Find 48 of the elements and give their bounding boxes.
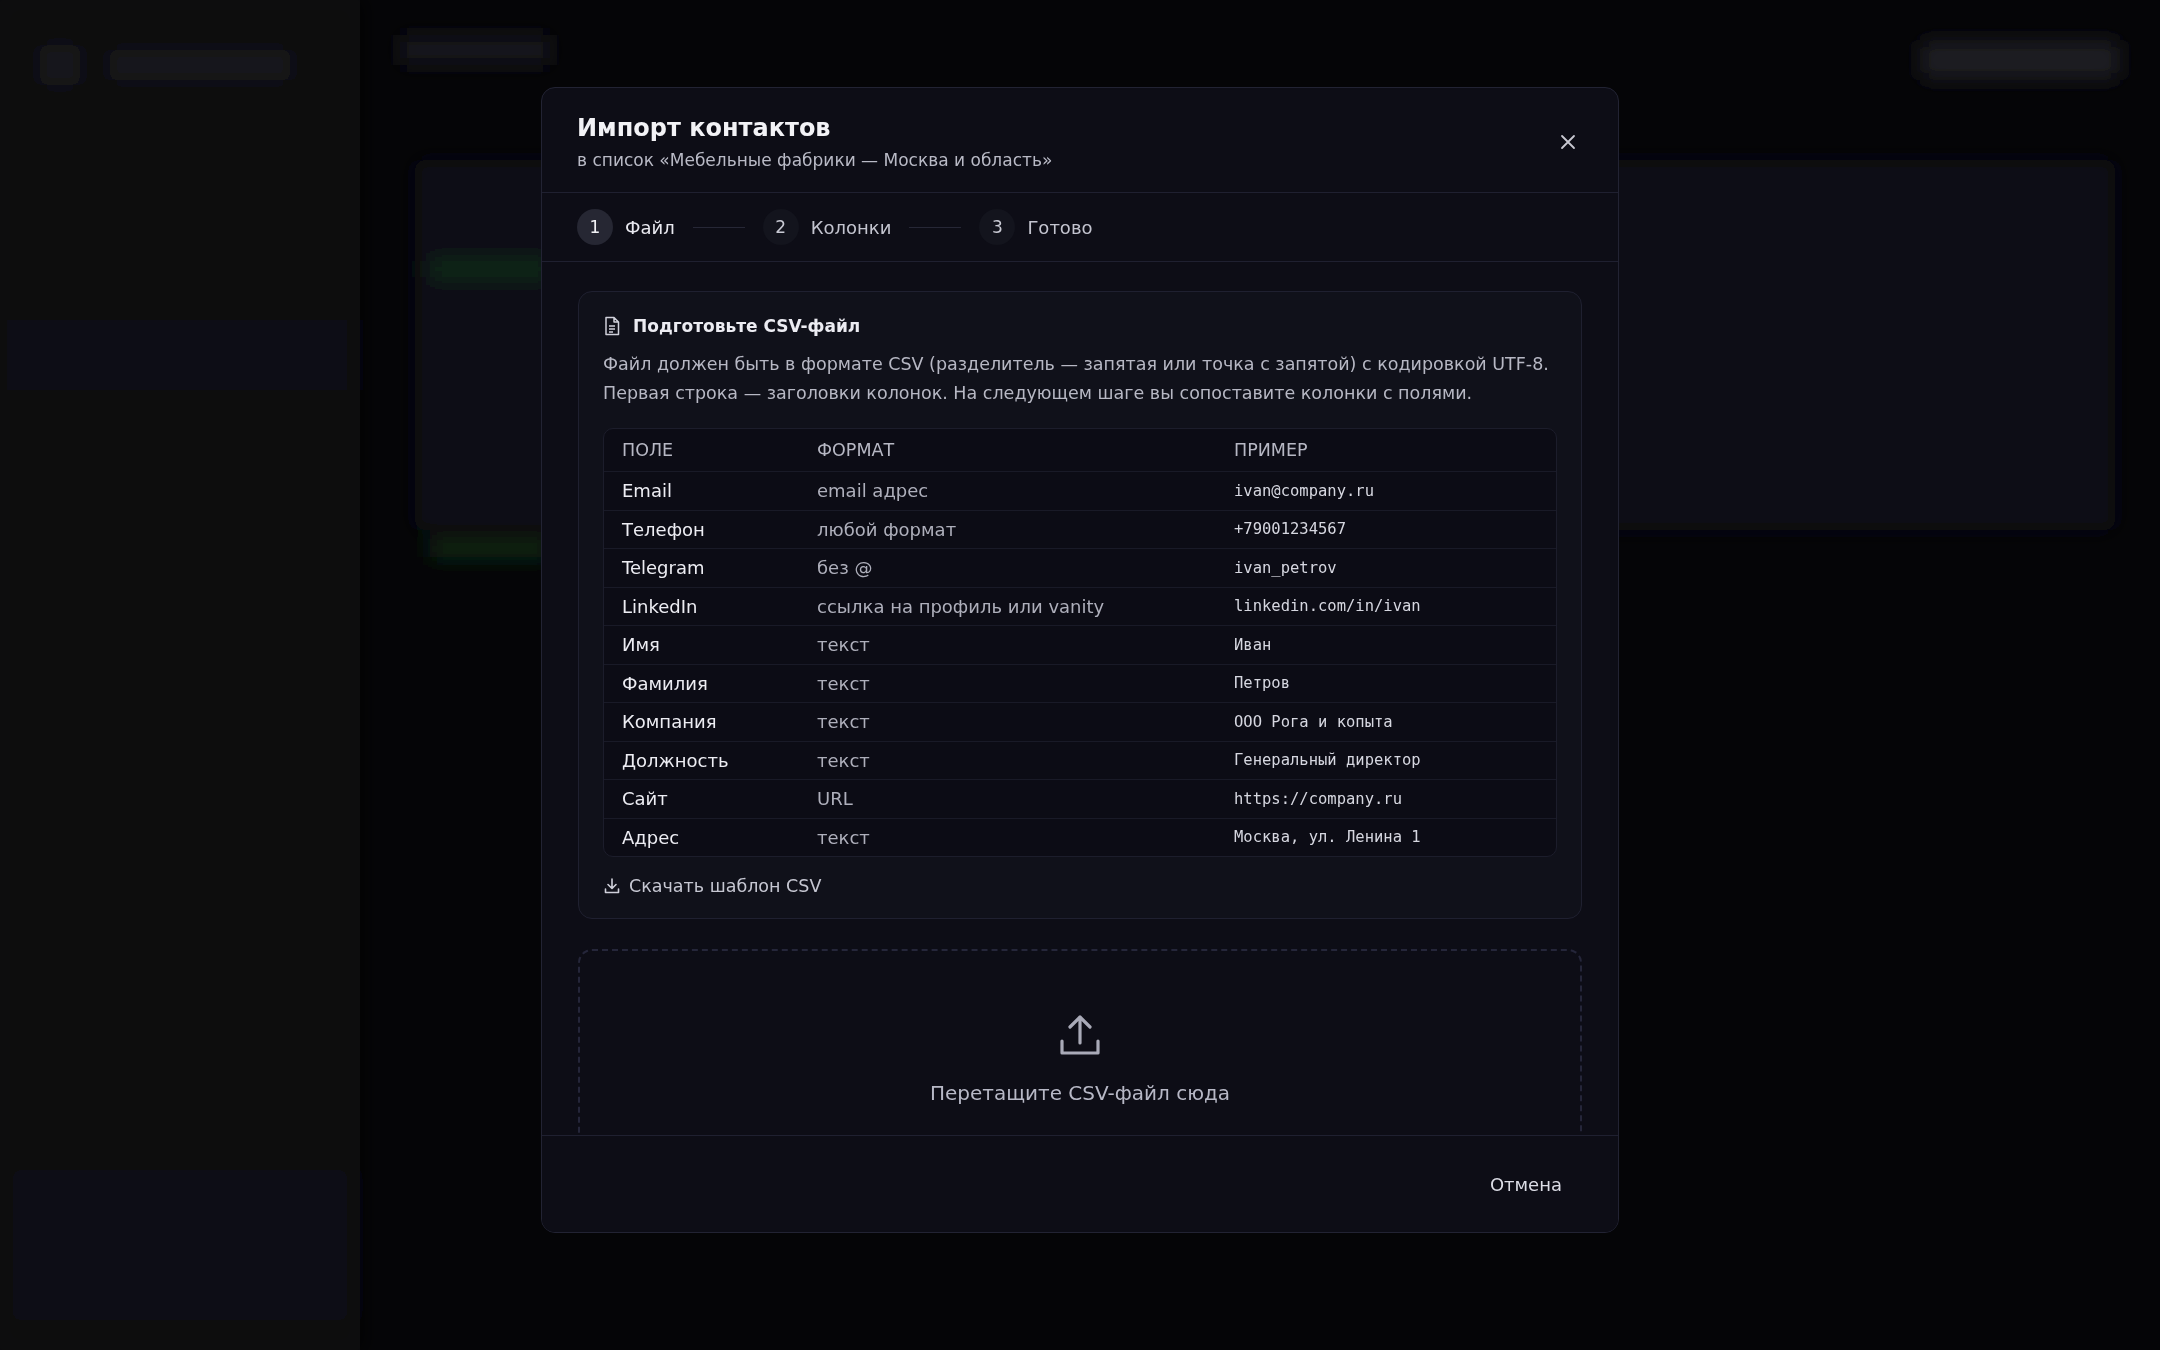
step-number: 1 [577, 209, 613, 245]
document-icon [603, 316, 621, 336]
table-cell-text: Телефон [621, 518, 706, 540]
download-template-link[interactable]: Скачать шаблон CSV [603, 876, 822, 896]
table-cell-text: LinkedIn [621, 595, 699, 617]
table-cell-text: +79001234567 [1233, 520, 1347, 539]
table-cell-text: Имя [621, 634, 661, 656]
table-cell-text: текст [816, 634, 871, 656]
cancel-button[interactable]: Отмена [1477, 1163, 1574, 1205]
table-cell-text: https://company.ru [1233, 789, 1403, 808]
table-cell-text: текст [816, 826, 871, 848]
dialog-title: Импорт контактов [577, 114, 832, 142]
table-cell-text: Email [621, 480, 673, 502]
table-cell-text: текст [816, 672, 871, 694]
step-label: Файл [625, 216, 675, 238]
column-header: ФОРМАТ [816, 440, 896, 460]
table-cell-text: Компания [621, 711, 718, 733]
table-cell-text: ivan_petrov [1233, 558, 1338, 577]
card-description: Файл должен быть в формате CSV (разделитель — запятая или точка с запятой) с кодировкой UTF-8. Первая строка — заголовки колонок. На следующем шаге вы сопоставите колонки с полями. [603, 353, 1550, 405]
dialog-subtitle: в список «Мебельные фабрики — Москва и область» [577, 150, 1053, 170]
table-cell-text: любой формат [816, 518, 958, 540]
table-cell-text: email адрес [816, 480, 930, 502]
table-cell-text: Петров [1233, 674, 1291, 693]
download-icon [603, 877, 621, 895]
table-cell-text: ссылка на профиль или vanity [816, 595, 1106, 617]
table-cell-text: без @ [816, 557, 874, 579]
table-cell-text: Фамилия [621, 672, 709, 694]
card-title: Подготовьте CSV-файл [633, 316, 861, 336]
step-label: Готово [1027, 216, 1093, 238]
table-cell-text: Сайт [621, 788, 669, 810]
table-cell-text: ООО Рога и копыта [1233, 712, 1394, 731]
table-cell-text: ivan@company.ru [1233, 481, 1375, 500]
table-cell-text: Иван [1233, 635, 1273, 654]
column-header: ПОЛЕ [621, 440, 675, 460]
step-number: 3 [979, 209, 1016, 245]
table-cell-text: Москва, ул. Ленина 1 [1233, 828, 1422, 847]
column-header: ПРИМЕР [1233, 440, 1309, 460]
table-cell-text: Должность [621, 749, 730, 771]
table-cell-text: Генеральный директор [1233, 751, 1422, 770]
dropzone-text: Перетащите CSV-файл сюда [929, 1081, 1231, 1105]
table-cell-text: текст [816, 711, 871, 733]
table-cell-text: linkedin.com/in/ivan [1233, 597, 1422, 616]
table-cell-text: Адрес [621, 826, 681, 848]
table-cell-text: URL [816, 788, 854, 810]
table-cell-text: текст [816, 749, 871, 771]
step-number: 2 [762, 209, 799, 245]
step-label: Колонки [810, 216, 892, 238]
table-cell-text: Telegram [621, 557, 706, 579]
